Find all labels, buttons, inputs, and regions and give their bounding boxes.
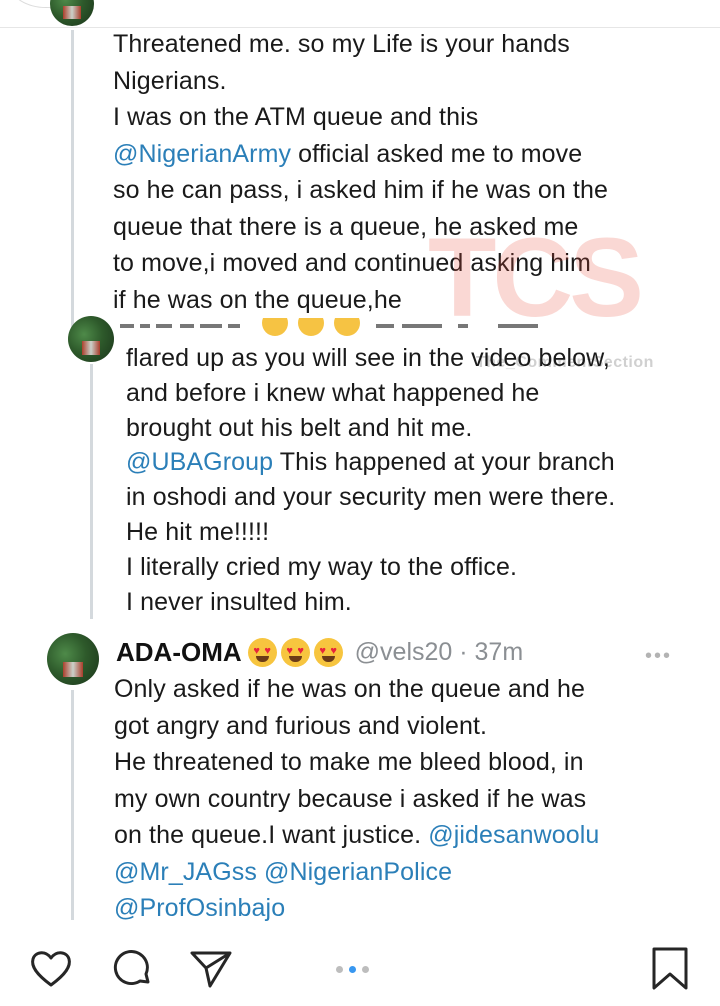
cutoff-tweet-header bbox=[118, 318, 558, 336]
tweet-line: @UBAGroup This happened at your branch bbox=[126, 445, 615, 480]
tweet-line: if he was on the queue,he bbox=[113, 285, 402, 314]
thread-line bbox=[71, 30, 74, 328]
paper-plane-icon[interactable] bbox=[186, 944, 236, 994]
tweet-line: and before i knew what happened he bbox=[126, 378, 540, 407]
tweet-line: brought out his belt and hit me. bbox=[126, 413, 473, 442]
post-image: Threatened me. so my Life is your hands N… bbox=[0, 0, 720, 930]
mention-link[interactable]: @NigerianArmy bbox=[113, 140, 291, 168]
heart-icon[interactable] bbox=[26, 944, 76, 994]
tweet-text: flared up as you will see in the video b… bbox=[126, 341, 615, 619]
avatar bbox=[50, 0, 94, 26]
tweet-line: He hit me!!!!! bbox=[126, 517, 270, 546]
pager-dot bbox=[362, 966, 369, 973]
tweet-line: so he can pass, i asked him if he was on… bbox=[113, 176, 608, 204]
pager-dot bbox=[336, 966, 343, 973]
tweet-line: Nigerians. bbox=[113, 66, 227, 95]
tweet-line: I never insulted him. bbox=[126, 587, 352, 616]
tweet-line: I was on the ATM queue and this bbox=[113, 103, 479, 131]
handle-and-time: @vels20 · 37m bbox=[354, 637, 524, 666]
avatar bbox=[68, 316, 114, 362]
tweet-text-segment: official asked me to move bbox=[291, 139, 583, 168]
tweet-line: @Mr_JAGss @NigerianPolice bbox=[114, 854, 599, 891]
tweet-text-segment: This happened at your branch bbox=[273, 448, 615, 477]
tweet-line: got angry and furious and violent. bbox=[114, 711, 488, 740]
mention-link[interactable]: @UBAGroup bbox=[126, 448, 273, 476]
tweet-line: He threatened to make me bleed blood, in bbox=[114, 748, 584, 776]
tweet-line: flared up as you will see in the video b… bbox=[126, 344, 610, 372]
heart-eyes-emoji: ♥ ♥ bbox=[313, 637, 343, 667]
mention-link[interactable]: @NigerianPolice bbox=[264, 858, 452, 886]
comment-icon[interactable] bbox=[107, 944, 157, 994]
tweet-text: Only asked if he was on the queue and he… bbox=[114, 671, 599, 927]
tweet-line: @NigerianArmy official asked me to move bbox=[113, 136, 608, 173]
action-bar bbox=[0, 930, 720, 1006]
heart-eyes-emoji: ♥ ♥ bbox=[247, 637, 277, 667]
tweet-line: to move,i moved and continued asking him bbox=[113, 249, 591, 277]
thread-line bbox=[71, 690, 74, 920]
thread-line bbox=[90, 364, 93, 619]
tweet-text-segment: on the queue.I want justice. bbox=[114, 821, 429, 849]
tweet-text-segment bbox=[257, 858, 264, 886]
author-name: ADA-OMA bbox=[116, 636, 242, 667]
tweet-line: queue that there is a queue, he asked me bbox=[113, 212, 579, 241]
mention-link[interactable]: @ProfOsinbajo bbox=[114, 894, 285, 922]
mention-link[interactable]: @Mr_JAGss bbox=[114, 858, 257, 886]
tweet-line: in oshodi and your security men were the… bbox=[126, 483, 616, 512]
bookmark-icon[interactable] bbox=[645, 944, 695, 994]
tweet-line: my own country because i asked if he was bbox=[114, 784, 587, 813]
tweet-line: I literally cried my way to the office. bbox=[126, 552, 518, 581]
carousel-pager bbox=[336, 966, 369, 973]
tweet-line: on the queue.I want justice. @jidesanwoo… bbox=[114, 817, 599, 854]
pager-dot-active bbox=[349, 966, 356, 973]
avatar bbox=[47, 633, 99, 685]
tweet-line: @ProfOsinbajo bbox=[114, 890, 599, 927]
mention-link[interactable]: @jidesanwoolu bbox=[428, 821, 599, 849]
tweet-line: Only asked if he was on the queue and he bbox=[114, 675, 585, 703]
tweet-text: Threatened me. so my Life is your hands N… bbox=[113, 26, 608, 318]
tweet-header: ADA-OMA ♥ ♥ ♥ ♥ ♥ ♥ @vels20 · 37m bbox=[116, 633, 523, 671]
heart-eyes-emoji: ♥ ♥ bbox=[280, 637, 310, 667]
more-options-icon: ••• bbox=[644, 645, 672, 667]
tweet-line: Threatened me. so my Life is your hands bbox=[113, 30, 570, 58]
